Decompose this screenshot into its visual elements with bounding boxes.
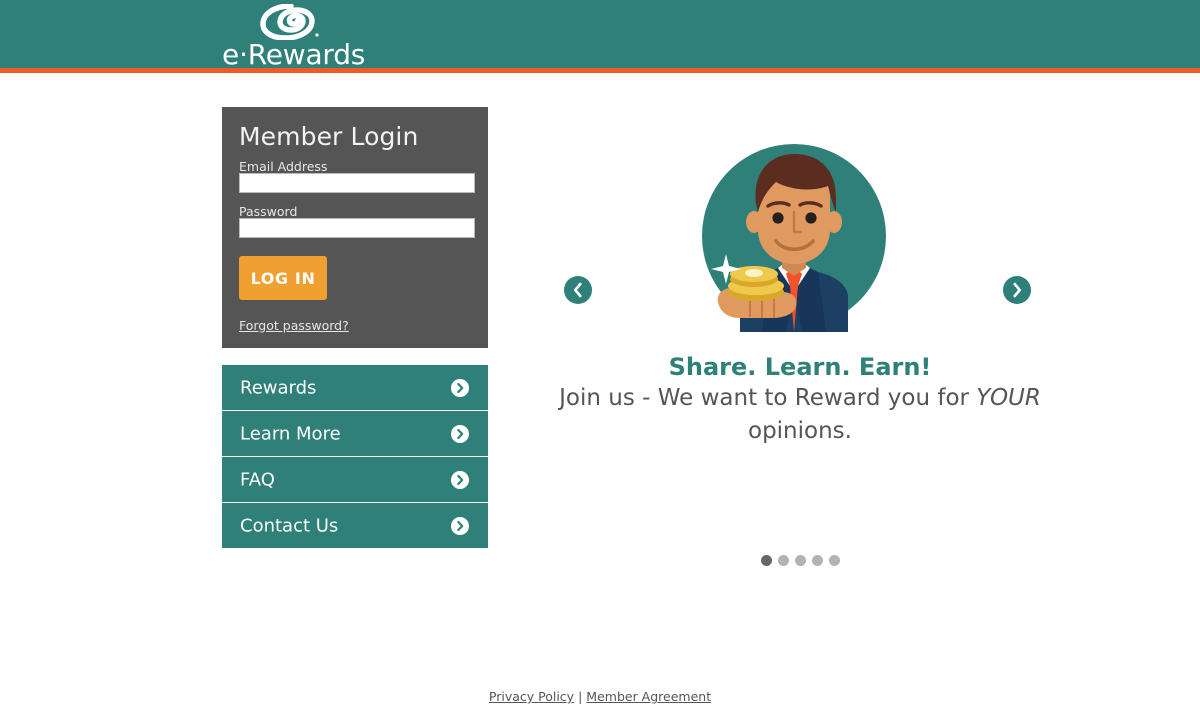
nav-item-label: Contact Us — [240, 515, 339, 536]
nav-item-rewards[interactable]: Rewards — [222, 365, 488, 410]
chevron-right-icon — [1013, 282, 1021, 298]
chevron-right-circle-icon — [451, 516, 469, 535]
chevron-right-circle-icon — [451, 470, 469, 489]
promo-carousel: Share. Learn. Earn! Join us - We want to… — [510, 110, 1090, 590]
carousel-dot-2[interactable] — [777, 555, 789, 566]
erewards-swirl-logo-icon — [260, 4, 319, 40]
nav-item-learn-more[interactable]: Learn More — [222, 411, 488, 456]
password-field-label: Password — [239, 204, 298, 219]
nav-item-label: Rewards — [240, 377, 317, 398]
member-agreement-link[interactable]: Member Agreement — [586, 689, 711, 704]
carousel-dot-1[interactable] — [760, 555, 772, 566]
carousel-headline: Share. Learn. Earn! — [668, 353, 932, 381]
carousel-next-button[interactable] — [1003, 276, 1031, 304]
login-panel-title: Member Login — [239, 122, 419, 151]
login-page: e·Rewards Member Login Email Address Pas… — [0, 0, 1200, 712]
nav-item-contact-us[interactable]: Contact Us — [222, 503, 488, 548]
carousel-dot-4[interactable] — [811, 555, 823, 566]
forgot-password-link[interactable]: Forgot password? — [239, 318, 349, 333]
privacy-policy-link[interactable]: Privacy Policy — [489, 689, 574, 704]
businessman-holding-gold-coins-illustration — [702, 144, 886, 332]
primary-nav-list: Rewards Learn More FAQ Contact Us — [222, 365, 488, 549]
email-field-label: Email Address — [239, 159, 328, 174]
chevron-right-circle-icon — [451, 424, 469, 443]
carousel-prev-button[interactable] — [564, 276, 592, 304]
carousel-dot-indicators — [510, 555, 1090, 566]
carousel-subline-before-emphasis: you for — [887, 385, 977, 411]
brand-logo[interactable]: e·Rewards — [222, 4, 372, 71]
site-header: e·Rewards — [0, 0, 1200, 71]
carousel-subline: Join us - We want to Reward you for YOUR… — [540, 382, 1060, 448]
brand-name: e·Rewards — [222, 38, 366, 71]
email-input[interactable] — [239, 173, 475, 193]
carousel-dot-5[interactable] — [828, 555, 840, 566]
log-in-button[interactable]: LOG IN — [239, 256, 327, 300]
carousel-subline-line1: Join us - We want to Reward — [559, 385, 881, 411]
carousel-subline-after-emphasis: opinions. — [748, 418, 852, 444]
nav-item-faq[interactable]: FAQ — [222, 457, 488, 502]
password-input[interactable] — [239, 218, 475, 238]
nav-item-label: Learn More — [240, 423, 341, 444]
carousel-subline-emphasis: YOUR — [976, 385, 1041, 411]
chevron-right-circle-icon — [451, 378, 469, 397]
footer-separator: | — [578, 689, 583, 704]
chevron-left-icon — [574, 282, 582, 298]
nav-item-label: FAQ — [240, 469, 275, 490]
header-accent-stripe — [0, 68, 1200, 73]
site-footer: Privacy Policy | Member Agreement — [0, 689, 1200, 704]
carousel-dot-3[interactable] — [794, 555, 806, 566]
